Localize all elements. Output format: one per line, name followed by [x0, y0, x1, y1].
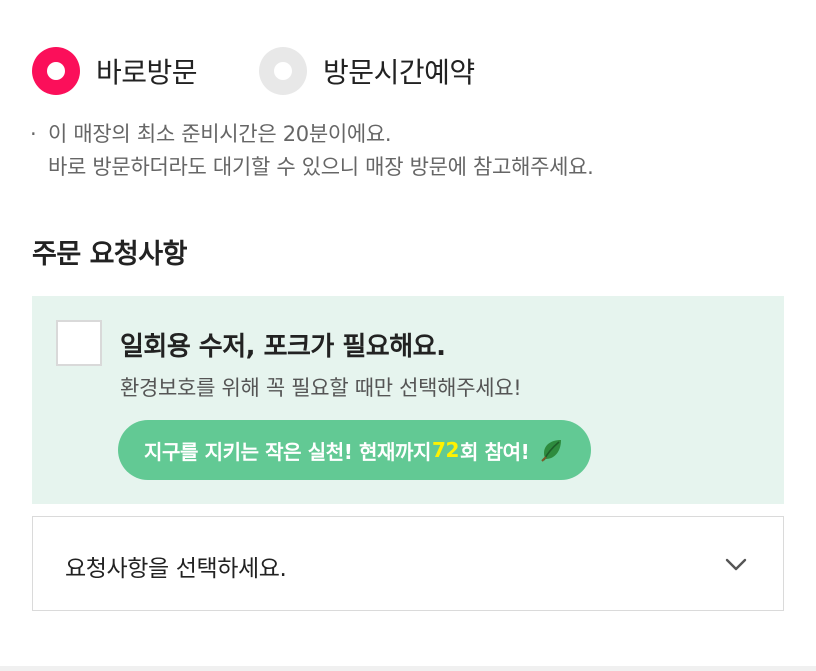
visit-type-radio-group: 바로방문 방문시간예약: [32, 46, 475, 96]
cutlery-label[interactable]: 일회용 수저, 포크가 필요해요.: [120, 326, 446, 363]
order-request-title: 주문 요청사항: [32, 239, 187, 270]
order-options-page: 바로방문 방문시간예약 · 이 매장의 최소 준비시간은 20분이에요. 바로 방…: [0, 0, 816, 671]
radio-dot: [47, 62, 65, 80]
prep-time-notice: · 이 매장의 최소 준비시간은 20분이에요. 바로 방문하더라도 대기할 수 …: [30, 118, 594, 184]
notice-bullet: ·: [30, 122, 37, 146]
notice-text-1: 이 매장의 최소 준비시간은 20분이에요.: [48, 122, 392, 146]
notice-line-1: · 이 매장의 최소 준비시간은 20분이에요.: [30, 118, 594, 151]
chevron-down-icon[interactable]: [723, 551, 749, 577]
radio-dot: [274, 62, 293, 80]
eco-participation-badge: 지구를 지키는 작은 실천! 현재까지 72 회 참여!: [118, 420, 592, 480]
eco-count: 72: [431, 438, 460, 462]
request-select-dropdown[interactable]: 요청사항을 선택하세요.: [32, 516, 784, 611]
radio-label-visit-now: 바로방문: [96, 56, 198, 89]
cutlery-request-box: 일회용 수저, 포크가 필요해요. 환경보호를 위해 꼭 필요할 때만 선택해주…: [32, 296, 784, 504]
notice-line-2: 바로 방문하더라도 대기할 수 있으니 매장 방문에 참고해주세요.: [48, 155, 594, 179]
cutlery-subtext: 환경보호를 위해 꼭 필요할 때만 선택해주세요!: [120, 376, 522, 400]
eco-prefix: 지구를 지키는 작은 실천! 현재까지: [144, 439, 431, 464]
eco-suffix: 회 참여!: [460, 439, 530, 464]
leaf-icon: [541, 440, 562, 462]
radio-visit-reservation[interactable]: 방문시간예약: [259, 47, 475, 95]
bottom-divider: [0, 666, 816, 671]
radio-visit-now[interactable]: 바로방문: [32, 47, 198, 95]
radio-selected-icon[interactable]: [32, 47, 80, 95]
cutlery-checkbox[interactable]: [56, 320, 102, 366]
request-select-placeholder: 요청사항을 선택하세요.: [65, 556, 287, 582]
radio-unselected-icon[interactable]: [259, 47, 308, 95]
radio-label-reservation: 방문시간예약: [323, 56, 475, 89]
